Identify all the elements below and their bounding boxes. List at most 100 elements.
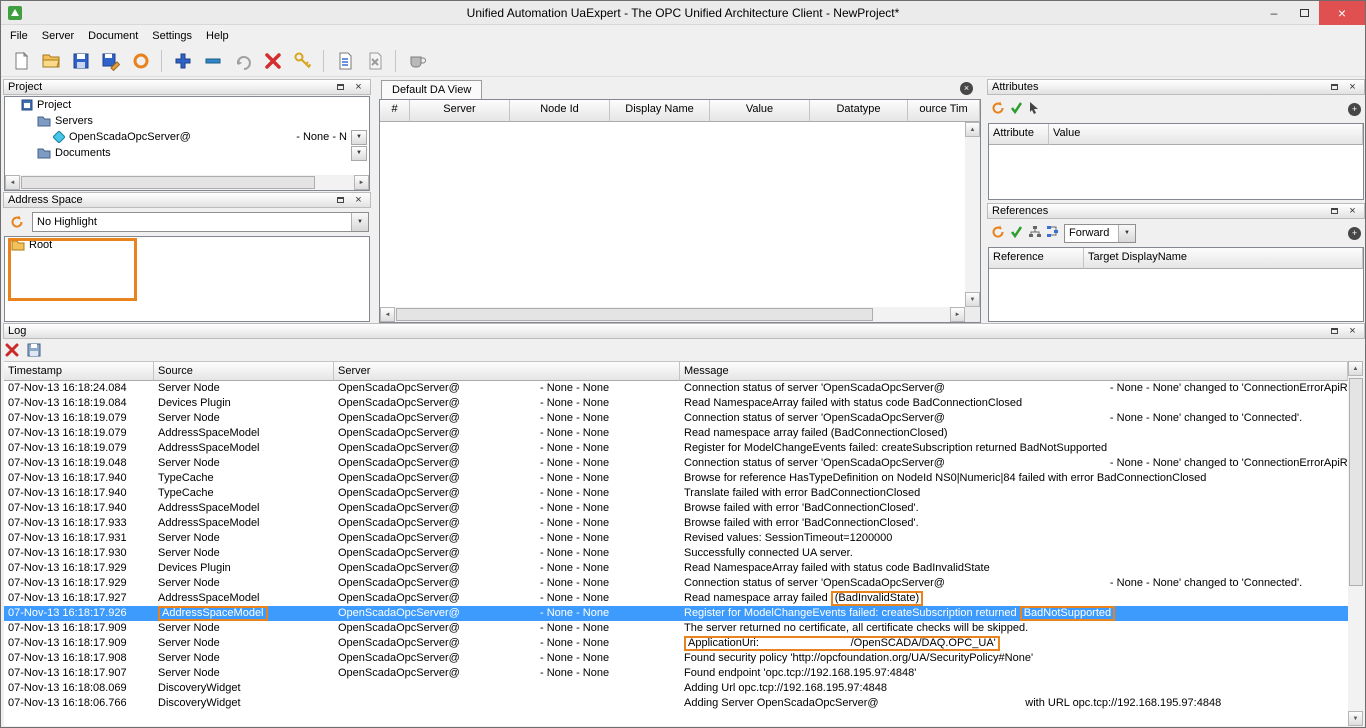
project-float-button[interactable]: [333, 81, 348, 94]
tree-item-servers[interactable]: Servers: [5, 113, 369, 129]
tree-item-server[interactable]: OpenScadaOpcServer@ - None - N ▼: [5, 129, 369, 145]
save-project-icon[interactable]: [67, 47, 94, 74]
log-row[interactable]: 07-Nov-13 16:18:06.766 DiscoveryWidget A…: [4, 696, 1348, 711]
add-document-icon[interactable]: [331, 47, 358, 74]
log-row[interactable]: 07-Nov-13 16:18:17.909 Server Node OpenS…: [4, 636, 1348, 651]
menu-settings[interactable]: Settings: [145, 28, 199, 44]
log-row[interactable]: 07-Nov-13 16:18:17.908 Server Node OpenS…: [4, 651, 1348, 666]
log-row[interactable]: 07-Nov-13 16:18:19.079 Server Node OpenS…: [4, 411, 1348, 426]
log-row[interactable]: 07-Nov-13 16:18:19.084 Devices Plugin Op…: [4, 396, 1348, 411]
menu-document[interactable]: Document: [81, 28, 145, 44]
da-hscrollbar[interactable]: ◄ ►: [380, 307, 965, 322]
log-row[interactable]: 07-Nov-13 16:18:17.927 AddressSpaceModel…: [4, 591, 1348, 606]
highlight-combo[interactable]: No Highlight ▼: [32, 212, 369, 232]
apply-check-icon[interactable]: [1010, 225, 1023, 241]
refresh-icon[interactable]: [5, 212, 29, 232]
refresh-icon[interactable]: [991, 225, 1005, 242]
log-row[interactable]: 07-Nov-13 16:18:17.933 AddressSpaceModel…: [4, 516, 1348, 531]
column-header-server[interactable]: Server: [410, 100, 510, 122]
scroll-right-icon[interactable]: ►: [354, 175, 369, 190]
close-button[interactable]: ×: [1319, 1, 1365, 25]
column-header-reference[interactable]: Reference: [989, 248, 1084, 269]
column-header-nodeid[interactable]: Node Id: [510, 100, 610, 122]
apply-check-icon[interactable]: [1010, 101, 1023, 117]
open-project-icon[interactable]: [37, 47, 64, 74]
scroll-up-icon[interactable]: ▲: [1348, 361, 1363, 376]
column-header-datatype[interactable]: Datatype: [810, 100, 908, 122]
log-row[interactable]: 07-Nov-13 16:18:17.940 AddressSpaceModel…: [4, 501, 1348, 516]
target-nodes-icon[interactable]: [1046, 225, 1059, 241]
column-header-value[interactable]: Value: [710, 100, 810, 122]
da-vscrollbar[interactable]: ▲ ▼: [965, 122, 980, 307]
log-row[interactable]: 07-Nov-13 16:18:19.079 AddressSpaceModel…: [4, 441, 1348, 456]
tree-item-root[interactable]: Root: [5, 237, 369, 253]
save-project-as-icon[interactable]: [97, 47, 124, 74]
column-header-message[interactable]: Message: [680, 361, 1348, 381]
reconnect-server-icon[interactable]: [229, 47, 256, 74]
close-view-icon[interactable]: ×: [960, 82, 973, 95]
log-row[interactable]: 07-Nov-13 16:18:19.048 Server Node OpenS…: [4, 456, 1348, 471]
delete-red-icon[interactable]: [259, 47, 286, 74]
tree-item-documents[interactable]: Documents ▼: [5, 145, 369, 161]
log-row[interactable]: 07-Nov-13 16:18:24.084 Server Node OpenS…: [4, 381, 1348, 396]
refresh-icon[interactable]: [991, 101, 1005, 118]
column-header-sourcetime[interactable]: ource Tim: [908, 100, 980, 122]
attributes-close-button[interactable]: ×: [1345, 81, 1360, 94]
remove-server-icon[interactable]: [199, 47, 226, 74]
menu-server[interactable]: Server: [35, 28, 81, 44]
new-document-icon[interactable]: [7, 47, 34, 74]
log-vscrollbar[interactable]: ▲ ▼: [1348, 361, 1364, 726]
scroll-right-icon[interactable]: ►: [950, 307, 965, 322]
certificates-key-icon[interactable]: [289, 47, 316, 74]
references-float-button[interactable]: [1327, 205, 1342, 218]
scroll-down-icon[interactable]: ▼: [965, 292, 980, 307]
add-reference-icon[interactable]: +: [1348, 227, 1361, 240]
remove-document-icon[interactable]: [361, 47, 388, 74]
address-space-float-button[interactable]: [333, 194, 348, 207]
log-row[interactable]: 07-Nov-13 16:18:08.069 DiscoveryWidget A…: [4, 681, 1348, 696]
log-row[interactable]: 07-Nov-13 16:18:17.926 AddressSpaceModel…: [4, 606, 1348, 621]
log-row[interactable]: 07-Nov-13 16:18:17.929 Devices Plugin Op…: [4, 561, 1348, 576]
clear-log-icon[interactable]: [5, 343, 19, 360]
chevron-down-icon[interactable]: ▼: [351, 146, 367, 161]
minimize-button[interactable]: –: [1259, 1, 1289, 25]
menu-help[interactable]: Help: [199, 28, 236, 44]
column-header-timestamp[interactable]: Timestamp: [4, 361, 154, 381]
add-server-icon[interactable]: [169, 47, 196, 74]
project-close-button[interactable]: ×: [351, 81, 366, 94]
column-header-target-displayname[interactable]: Target DisplayName: [1084, 248, 1363, 269]
column-header-index[interactable]: #: [380, 100, 410, 122]
tree-item-project[interactable]: Project: [5, 97, 369, 113]
add-attribute-icon[interactable]: +: [1348, 103, 1361, 116]
scroll-left-icon[interactable]: ◄: [5, 175, 20, 190]
log-row[interactable]: 07-Nov-13 16:18:17.909 Server Node OpenS…: [4, 621, 1348, 636]
log-close-button[interactable]: ×: [1345, 325, 1360, 338]
log-float-button[interactable]: [1327, 325, 1342, 338]
log-row[interactable]: 07-Nov-13 16:18:19.079 AddressSpaceModel…: [4, 426, 1348, 441]
column-header-source[interactable]: Source: [154, 361, 334, 381]
log-row[interactable]: 07-Nov-13 16:18:17.931 Server Node OpenS…: [4, 531, 1348, 546]
stop-icon[interactable]: [127, 47, 154, 74]
log-row[interactable]: 07-Nov-13 16:18:17.940 TypeCache OpenSca…: [4, 486, 1348, 501]
hierarchy-icon[interactable]: [1028, 225, 1041, 241]
column-header-displayname[interactable]: Display Name: [610, 100, 710, 122]
log-row[interactable]: 07-Nov-13 16:18:17.907 Server Node OpenS…: [4, 666, 1348, 681]
address-space-close-button[interactable]: ×: [351, 194, 366, 207]
save-log-icon[interactable]: [27, 343, 41, 360]
scroll-down-icon[interactable]: ▼: [1348, 711, 1363, 726]
project-hscrollbar[interactable]: ◄ ►: [5, 175, 369, 190]
column-header-attribute[interactable]: Attribute: [989, 124, 1049, 145]
call-method-icon[interactable]: [403, 47, 430, 74]
log-row[interactable]: 07-Nov-13 16:18:17.929 Server Node OpenS…: [4, 576, 1348, 591]
menu-file[interactable]: File: [3, 28, 35, 44]
scroll-left-icon[interactable]: ◄: [380, 307, 395, 322]
column-header-server[interactable]: Server: [334, 361, 680, 381]
log-row[interactable]: 07-Nov-13 16:18:17.940 TypeCache OpenSca…: [4, 471, 1348, 486]
scroll-up-icon[interactable]: ▲: [965, 122, 980, 137]
references-close-button[interactable]: ×: [1345, 205, 1360, 218]
chevron-down-icon[interactable]: ▼: [351, 130, 367, 145]
direction-combo[interactable]: Forward ▼: [1064, 224, 1136, 243]
selection-cursor-icon[interactable]: [1028, 101, 1041, 117]
column-header-value[interactable]: Value: [1049, 124, 1363, 145]
attributes-float-button[interactable]: [1327, 81, 1342, 94]
